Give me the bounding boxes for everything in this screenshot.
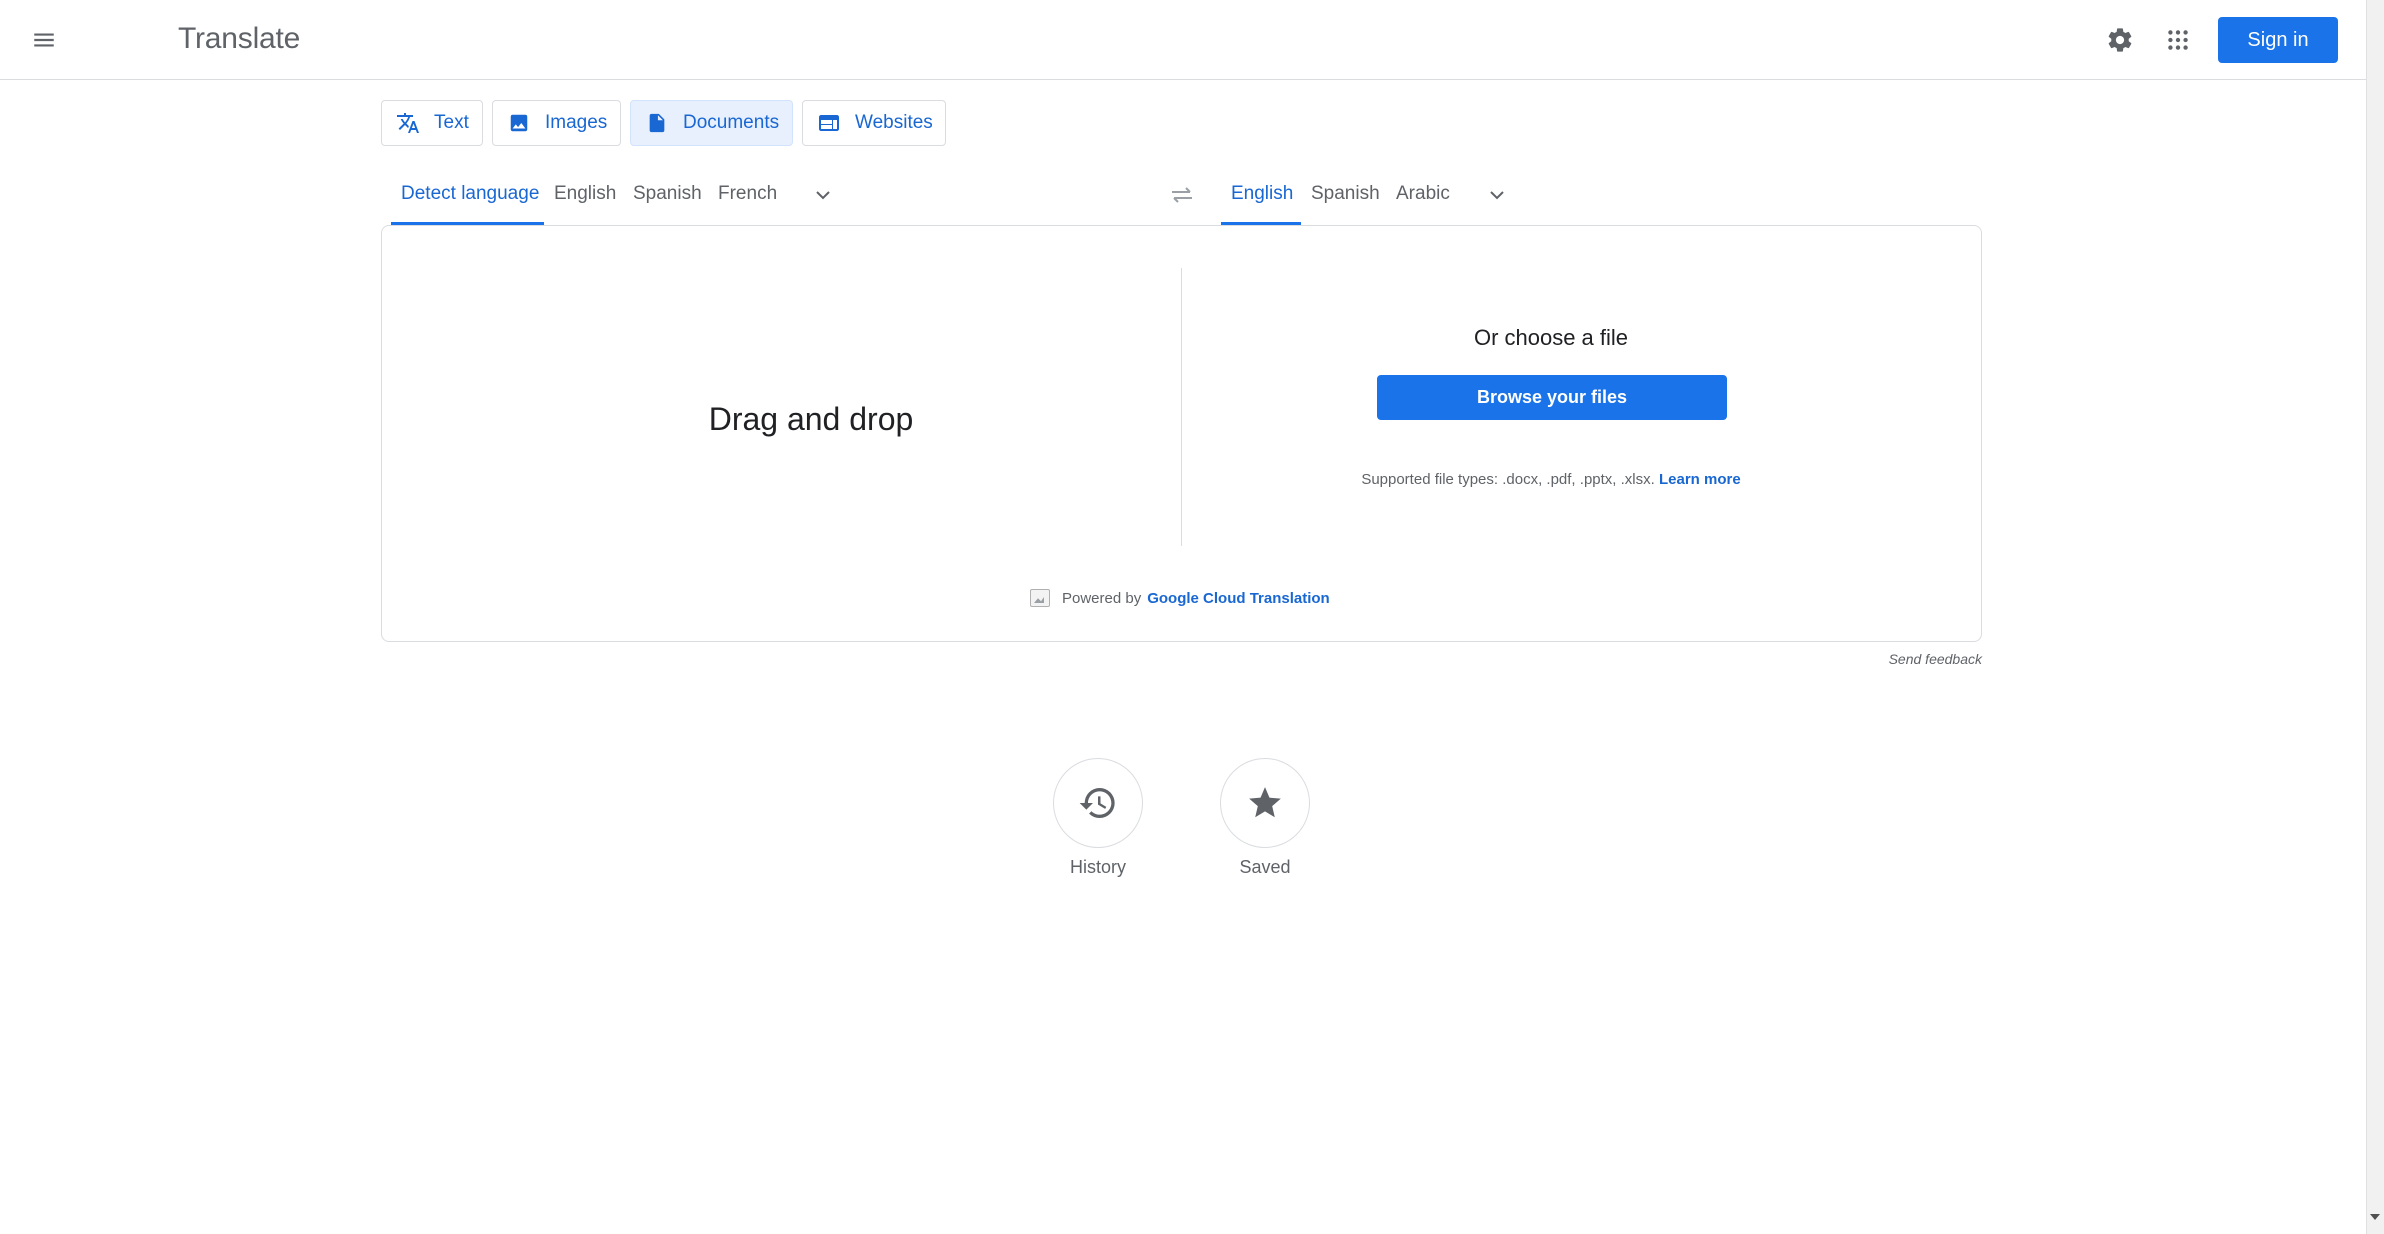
source-lang-spanish[interactable]: Spanish — [633, 183, 702, 205]
drag-drop-zone[interactable]: Drag and drop — [381, 401, 1241, 438]
history-label: History — [1069, 857, 1126, 877]
target-lang-english[interactable]: English — [1231, 183, 1293, 205]
powered-by: Powered by Google Cloud Translation — [1030, 589, 1330, 607]
tab-text[interactable]: Text — [381, 100, 483, 146]
swap-arrows-icon — [1172, 187, 1192, 203]
sign-in-button[interactable]: Sign in — [2218, 17, 2338, 63]
document-icon — [645, 111, 669, 135]
star-icon — [1249, 787, 1281, 818]
source-lang-more-button[interactable] — [805, 177, 841, 213]
cloud-translation-logo — [1030, 589, 1050, 607]
tab-websites[interactable]: Websites — [802, 100, 946, 146]
tab-text-label: Text — [434, 112, 469, 133]
image-icon — [507, 111, 531, 135]
source-lang-detect[interactable]: Detect language — [401, 183, 539, 205]
settings-icon — [2108, 28, 2132, 52]
chevron-down-icon — [816, 191, 830, 200]
page-scrollbar[interactable] — [2366, 0, 2384, 1234]
target-lang-arabic[interactable]: Arabic — [1396, 183, 1450, 205]
web-icon — [817, 111, 841, 135]
send-feedback-link[interactable]: Send feedback — [1800, 651, 1982, 667]
learn-more-link[interactable]: Learn more — [1659, 471, 1741, 488]
choose-file-heading: Or choose a file — [1473, 325, 1629, 350]
google-cloud-translation-link[interactable]: Google Cloud Translation — [1147, 590, 1330, 607]
settings-button[interactable] — [2096, 16, 2144, 64]
tab-images-label: Images — [545, 112, 608, 133]
main-menu-button[interactable] — [20, 16, 68, 64]
source-lang-french[interactable]: French — [718, 183, 777, 205]
supported-file-types: Supported file types: .docx, .pdf, .pptx… — [1182, 471, 1920, 488]
tab-websites-label: Websites — [855, 112, 933, 133]
target-lang-spanish[interactable]: Spanish — [1311, 183, 1380, 205]
app-title[interactable]: Translate — [178, 22, 300, 56]
scroll-down-arrow-icon[interactable] — [2370, 1214, 2380, 1220]
history-button[interactable] — [1053, 758, 1143, 848]
browse-files-button[interactable]: Browse your files — [1377, 375, 1727, 420]
tab-images[interactable]: Images — [492, 100, 621, 146]
swap-languages-button[interactable] — [1164, 178, 1200, 212]
chevron-down-icon — [1490, 191, 1504, 200]
tab-documents-label: Documents — [683, 112, 780, 133]
saved-button[interactable] — [1220, 758, 1310, 848]
tab-documents[interactable]: Documents — [630, 100, 793, 146]
translate-icon — [396, 111, 420, 135]
top-app-bar: Translate Sign in — [0, 0, 2366, 80]
target-lang-more-button[interactable] — [1479, 177, 1515, 213]
powered-by-text: Powered by — [1062, 589, 1142, 607]
supported-file-types-text: Supported file types: .docx, .pdf, .pptx… — [1361, 471, 1655, 488]
google-apps-button[interactable] — [2154, 16, 2202, 64]
saved-label: Saved — [1239, 857, 1291, 877]
menu-icon — [34, 33, 54, 47]
history-icon — [1079, 788, 1115, 818]
apps-grid-icon — [2168, 30, 2188, 50]
source-lang-english[interactable]: English — [554, 183, 616, 205]
